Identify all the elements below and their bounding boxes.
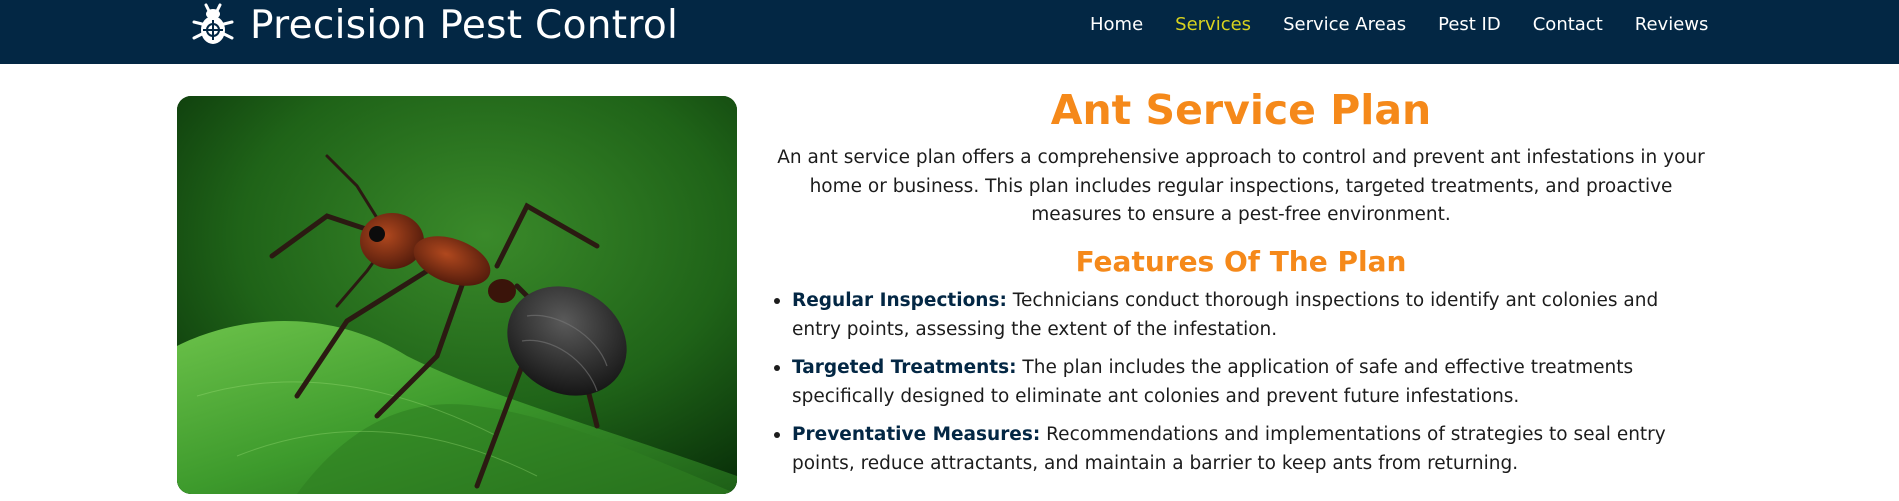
- nav-services[interactable]: Services: [1175, 14, 1251, 35]
- brand[interactable]: Precision Pest Control: [190, 0, 678, 50]
- bullet-icon: [774, 431, 780, 438]
- nav-reviews[interactable]: Reviews: [1635, 14, 1709, 35]
- feature-label: Regular Inspections:: [792, 289, 1007, 311]
- feature-label: Preventative Measures:: [792, 423, 1041, 445]
- feature-item: Targeted Treatments: The plan includes t…: [774, 353, 1696, 411]
- nav-pest-id[interactable]: Pest ID: [1438, 14, 1501, 35]
- feature-item: Preventative Measures: Recommendations a…: [774, 420, 1696, 478]
- site-header: Precision Pest Control Home Services Ser…: [0, 0, 1899, 64]
- features-heading: Features Of The Plan: [1075, 244, 1407, 278]
- bullet-icon: [774, 297, 780, 304]
- intro-paragraph: An ant service plan offers a comprehensi…: [777, 147, 1705, 225]
- feature-item: Regular Inspections: Technicians conduct…: [774, 286, 1696, 344]
- bullet-icon: [774, 364, 780, 371]
- features-list: Regular Inspections: Technicians conduct…: [756, 286, 1726, 478]
- feature-label: Targeted Treatments:: [792, 356, 1017, 378]
- nav-home[interactable]: Home: [1090, 14, 1143, 35]
- bug-icon: [190, 2, 236, 48]
- nav-contact[interactable]: Contact: [1533, 14, 1603, 35]
- brand-title: Precision Pest Control: [250, 2, 679, 48]
- nav-service-areas[interactable]: Service Areas: [1283, 14, 1406, 35]
- service-content: Ant Service Plan An ant service plan off…: [756, 84, 1726, 487]
- main-nav: Home Services Service Areas Pest ID Cont…: [1090, 14, 1740, 35]
- ant-on-leaf-photo: [177, 96, 737, 494]
- page-title: Ant Service Plan: [1050, 86, 1432, 134]
